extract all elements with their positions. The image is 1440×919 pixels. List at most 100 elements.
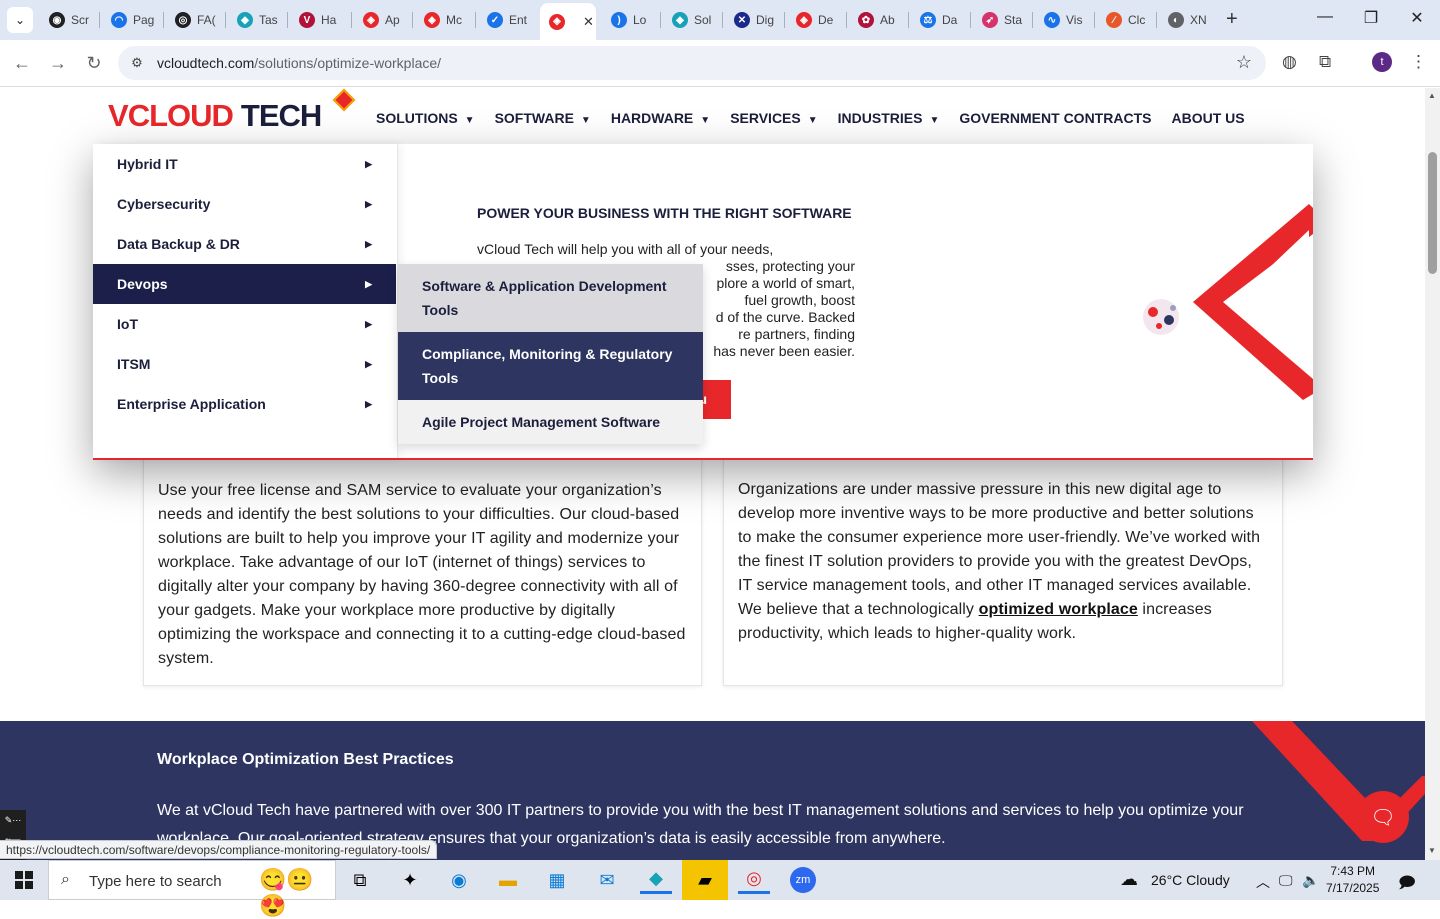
task-view-icon[interactable]: ⧉ [344,866,376,894]
browser-tab[interactable]: ◈ Mc [415,6,467,34]
tab-search-button[interactable]: ⌄ [7,7,33,33]
file-explorer-icon[interactable]: ▬ [492,866,524,894]
weather-text[interactable]: 26°C Cloudy [1151,872,1230,888]
content-card-right: Organizations are under massive pressure… [723,428,1283,686]
browser-tab[interactable]: ◈ De [787,6,839,34]
chrome-icon[interactable]: ◎ [738,866,770,894]
tab-title: Dig [756,13,775,27]
minimize-icon[interactable]: — [1302,8,1348,26]
store-icon[interactable]: ▦ [541,866,573,894]
scroll-up-icon[interactable]: ▲ [1428,91,1436,100]
mail-icon[interactable]: ✉ [591,866,623,894]
browser-tab[interactable]: ◆ Sol [663,6,715,34]
caret-down-icon: ▼ [807,115,818,126]
browser-tab[interactable]: ) Lo [602,6,654,34]
mega-category-hybrid-it[interactable]: Hybrid IT ▶ [93,144,396,184]
url-text[interactable]: vcloudtech.com/solutions/optimize-workpl… [157,55,441,71]
tab-title: Tas [259,13,278,27]
nav-item-about-us[interactable]: ABOUT US [1171,110,1244,126]
browser-tab[interactable]: ◈ ✕ [540,3,596,40]
mega-category-iot[interactable]: IoT ▶ [93,304,396,344]
tab-separator [1156,12,1157,28]
close-window-icon[interactable]: ✕ [1394,8,1440,28]
chat-button[interactable]: 🗨 [1357,791,1409,843]
zoom-icon[interactable]: zm [787,866,819,894]
mega-menu: Hybrid IT ▶ Cybersecurity ▶ Data Backup & DR… [93,144,1313,460]
weather-icon[interactable]: ☁ [1120,869,1138,890]
volume-icon[interactable]: 🔈 [1302,872,1319,889]
edge-icon[interactable]: ◉ [443,866,475,894]
mega-category-cybersecurity[interactable]: Cybersecurity ▶ [93,184,396,224]
site-logo[interactable]: VCLOUD TECH [108,98,322,134]
submenu-item[interactable]: Compliance, Monitoring & Regulatory Tool… [398,332,703,400]
nav-item-government-contracts[interactable]: GOVERNMENT CONTRACTS [959,110,1151,126]
browser-tab[interactable]: ◐ XN [1159,6,1211,34]
reload-icon[interactable]: ↻ [82,51,106,75]
maximize-icon[interactable]: ❐ [1348,8,1394,28]
sticky-notes-icon[interactable]: ▰ [682,860,728,900]
translate-icon[interactable]: ◍ [1282,52,1297,72]
mega-category-label: IoT [117,316,138,332]
devops-submenu: Software & Application Development Tools… [398,264,703,444]
forward-icon[interactable]: → [46,51,70,75]
bookmark-star-icon[interactable]: ☆ [1236,52,1252,73]
mega-category-label: Cybersecurity [117,196,211,212]
browser-tab[interactable]: ◉ Scr [40,6,92,34]
chevron-down-icon: ⌄ [14,13,26,27]
notifications-icon[interactable]: 🗩 [1398,872,1416,899]
browser-tab[interactable]: ∿ Vis [1035,6,1087,34]
browser-tab[interactable]: ◠ Pag [102,6,154,34]
mega-category-data-backup-dr[interactable]: Data Backup & DR ▶ [93,224,396,264]
network-icon[interactable]: 🖵 [1279,872,1293,889]
copilot-icon[interactable]: ✦ [394,866,426,894]
submenu-item[interactable]: Software & Application Development Tools [398,264,703,332]
browser-tab[interactable]: ◆ Tas [228,6,280,34]
submenu-item[interactable]: Agile Project Management Software [398,400,703,444]
browser-tab[interactable]: V Ha [290,6,342,34]
browser-tab[interactable]: ✓ Ent [478,6,530,34]
taskbar-search-placeholder: Type here to search [89,873,222,890]
edit-icon[interactable]: ✎⋯ [0,810,26,830]
scroll-thumb[interactable] [1428,152,1437,274]
browser-tab[interactable]: ◈ Ap [354,6,406,34]
clock[interactable]: 7:43 PM 7/17/2025 [1326,863,1379,897]
nav-item-services[interactable]: SERVICES ▼ [730,110,817,126]
browser-tab[interactable]: ∕ Clc [1097,6,1149,34]
logo-diamond-icon [332,88,356,112]
scroll-down-icon[interactable]: ▼ [1428,846,1436,855]
profile-avatar[interactable]: t [1372,52,1392,72]
browser-tab[interactable]: ➶ Sta [973,6,1025,34]
clock-date: 7/17/2025 [1326,881,1380,895]
optimized-workplace-link[interactable]: optimized workplace [979,601,1138,618]
start-button[interactable] [0,860,48,900]
tab-favicon-icon: ◈ [549,13,565,30]
back-icon[interactable]: ← [10,51,34,75]
nav-item-hardware[interactable]: HARDWARE ▼ [611,110,710,126]
menu-kebab-icon[interactable]: ⋮ [1410,52,1427,72]
app-diamond-icon[interactable]: ◆ [640,866,672,894]
logo-v: V [108,98,129,133]
page-scrollbar[interactable]: ▲ ▼ [1425,88,1440,860]
site-info-icon[interactable]: ⚙ [128,54,146,72]
close-tab-icon[interactable]: ✕ [583,14,594,30]
mega-paragraph-line: vCloud Tech will help you with all of yo… [477,241,774,257]
nav-item-industries[interactable]: INDUSTRIES ▼ [838,110,940,126]
address-bar[interactable]: ⚙ vcloudtech.com/solutions/optimize-work… [118,46,1266,80]
extensions-icon[interactable]: ⧉ [1319,52,1331,72]
browser-tab[interactable]: ✕ Dig [725,6,777,34]
tab-favicon-icon: ◆ [672,12,688,28]
taskbar-search[interactable]: ⌕ Type here to search 😋😐😍 [48,860,336,918]
mega-category-label: Enterprise Application [117,396,266,412]
browser-tab[interactable]: ✿ Ab [849,6,901,34]
browser-tab[interactable]: ◎ FA( [166,6,218,34]
clock-time: 7:43 PM [1330,864,1376,878]
mega-category-enterprise-application[interactable]: Enterprise Application ▶ [93,384,396,424]
nav-item-solutions[interactable]: SOLUTIONS ▼ [376,110,475,126]
caret-down-icon: ▼ [700,115,711,126]
tray-chevron-icon[interactable]: ︿ [1256,872,1270,892]
new-tab-button[interactable]: + [1226,8,1238,30]
browser-tab[interactable]: ⚖ Da [911,6,963,34]
mega-category-devops[interactable]: Devops ▶ [93,264,396,304]
nav-item-software[interactable]: SOFTWARE ▼ [495,110,591,126]
mega-category-itsm[interactable]: ITSM ▶ [93,344,396,384]
